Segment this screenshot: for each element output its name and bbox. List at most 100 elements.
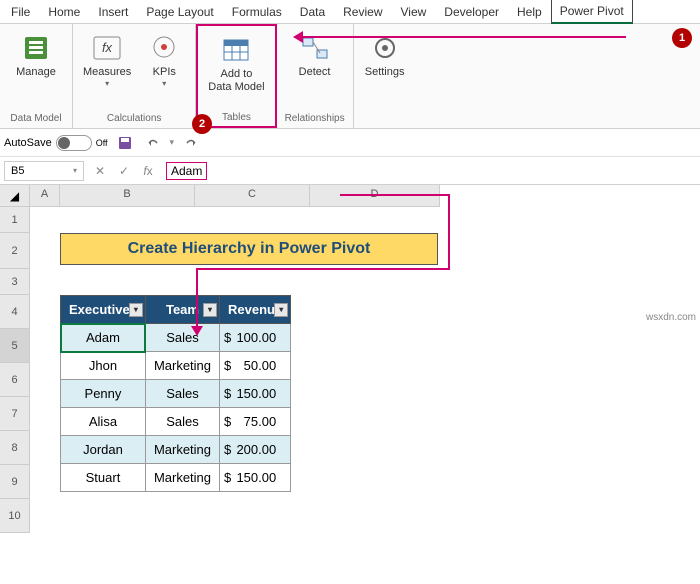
redo-icon [183,135,199,151]
table-row: Adam Sales $100.00 [61,324,291,352]
row-header-3[interactable]: 3 [0,269,30,295]
filter-button[interactable]: ▾ [274,303,288,317]
cell[interactable]: Jordan [61,436,146,464]
formula-input[interactable]: Adam [160,159,700,183]
filter-button[interactable]: ▾ [203,303,217,317]
cell[interactable]: Sales [145,408,219,436]
tab-power-pivot[interactable]: Power Pivot [551,0,633,24]
tab-home[interactable]: Home [39,0,89,24]
row-header-7[interactable]: 7 [0,397,30,431]
cell[interactable]: Marketing [145,436,219,464]
arrow-head-icon [293,31,303,43]
th-revenue: Revenue▾ [220,296,291,324]
add-to-data-model-button[interactable]: Add to Data Model [204,30,268,110]
kpis-label: KPIs [153,66,176,79]
cell[interactable]: $100.00 [220,324,291,352]
formula-bar: B5 ▾ ✕ ✓ fx Adam [0,157,700,185]
save-icon [117,135,133,151]
settings-button[interactable]: Settings [360,28,410,108]
cell-b5[interactable]: Adam [61,324,146,352]
cell[interactable]: $150.00 [220,380,291,408]
row-header-6[interactable]: 6 [0,363,30,397]
annotation-arrow [300,36,626,38]
col-header-c[interactable]: C [195,185,310,207]
row-header-10[interactable]: 10 [0,499,30,533]
toggle-switch[interactable] [56,135,92,151]
svg-text:fx: fx [102,40,113,55]
table-row: Penny Sales $150.00 [61,380,291,408]
insert-function-button[interactable]: fx [136,164,160,178]
tab-file[interactable]: File [2,0,39,24]
save-button[interactable] [114,132,136,154]
tab-view[interactable]: View [392,0,436,24]
row-header-4[interactable]: 4 [0,295,30,329]
table-row: Jhon Marketing $50.00 [61,352,291,380]
th-team: Team▾ [145,296,219,324]
cell[interactable]: Marketing [145,464,219,492]
detect-label: Detect [299,66,331,79]
cell[interactable]: Stuart [61,464,146,492]
name-box-value: B5 [11,165,24,177]
undo-button[interactable] [142,132,164,154]
filter-button[interactable]: ▾ [129,303,143,317]
row-header-1[interactable]: 1 [0,207,30,233]
tab-insert[interactable]: Insert [89,0,137,24]
sheet-title: Create Hierarchy in Power Pivot [60,233,438,265]
group-label-calculations: Calculations [105,111,163,126]
cell[interactable]: Penny [61,380,146,408]
sheet-body: 1 2 3 4 5 6 7 8 9 10 Create Hierarchy in… [0,207,700,533]
col-header-b[interactable]: B [60,185,195,207]
accept-formula-button[interactable]: ✓ [112,164,136,178]
toggle-knob [58,137,70,149]
group-label-tables: Tables [220,110,253,125]
row-header-8[interactable]: 8 [0,431,30,465]
tab-review[interactable]: Review [334,0,391,24]
th-executives: Executives▾ [61,296,146,324]
cell[interactable]: $50.00 [220,352,291,380]
chevron-down-icon: ▾ [162,79,166,88]
autosave-label: AutoSave [4,137,52,149]
tab-help[interactable]: Help [508,0,551,24]
kpis-button[interactable]: KPIs ▾ [139,28,189,108]
tab-developer[interactable]: Developer [435,0,508,24]
cell[interactable]: Alisa [61,408,146,436]
tab-formulas[interactable]: Formulas [223,0,291,24]
col-header-a[interactable]: A [30,185,60,207]
cell[interactable]: Jhon [61,352,146,380]
table-row: Jordan Marketing $200.00 [61,436,291,464]
tab-page-layout[interactable]: Page Layout [137,0,222,24]
group-calculations: fx Measures ▾ KPIs ▾ Calculations [73,24,196,128]
table-row: Alisa Sales $75.00 [61,408,291,436]
autosave-toggle[interactable]: AutoSave Off [4,135,108,151]
column-header-row: ◢ A B C D [0,185,700,207]
watermark: wsxdn.com [646,312,696,323]
cell[interactable]: $150.00 [220,464,291,492]
cell[interactable]: Sales [145,380,219,408]
cell[interactable]: $75.00 [220,408,291,436]
table-row: Stuart Marketing $150.00 [61,464,291,492]
measures-button[interactable]: fx Measures ▾ [79,28,135,108]
row-header-2[interactable]: 2 [0,233,30,269]
redo-button[interactable] [180,132,202,154]
row-现-header-5[interactable]: 5 [0,329,30,363]
manage-button[interactable]: Manage [6,28,66,108]
name-box[interactable]: B5 ▾ [4,161,84,181]
dropdown-arrow[interactable]: ▾ [170,137,175,148]
group-label-data-model: Data Model [8,111,63,126]
group-label-relationships: Relationships [283,111,347,126]
cell[interactable]: $200.00 [220,436,291,464]
row-header-9[interactable]: 9 [0,465,30,499]
group-data-model: Manage Data Model [0,24,73,128]
manage-icon [20,32,52,64]
quick-access-toolbar: AutoSave Off ▾ [0,129,700,157]
annotation-arrow [198,268,450,270]
add-to-data-model-label: Add to Data Model [208,68,264,94]
cancel-formula-button[interactable]: ✕ [88,164,112,178]
tab-data[interactable]: Data [291,0,334,24]
col-header-d[interactable]: D [310,185,440,207]
cell[interactable]: Marketing [145,352,219,380]
autosave-state: Off [96,138,108,148]
cell[interactable]: Sales [145,324,219,352]
arrow-head-icon [191,326,203,336]
select-all-corner[interactable]: ◢ [0,185,30,207]
